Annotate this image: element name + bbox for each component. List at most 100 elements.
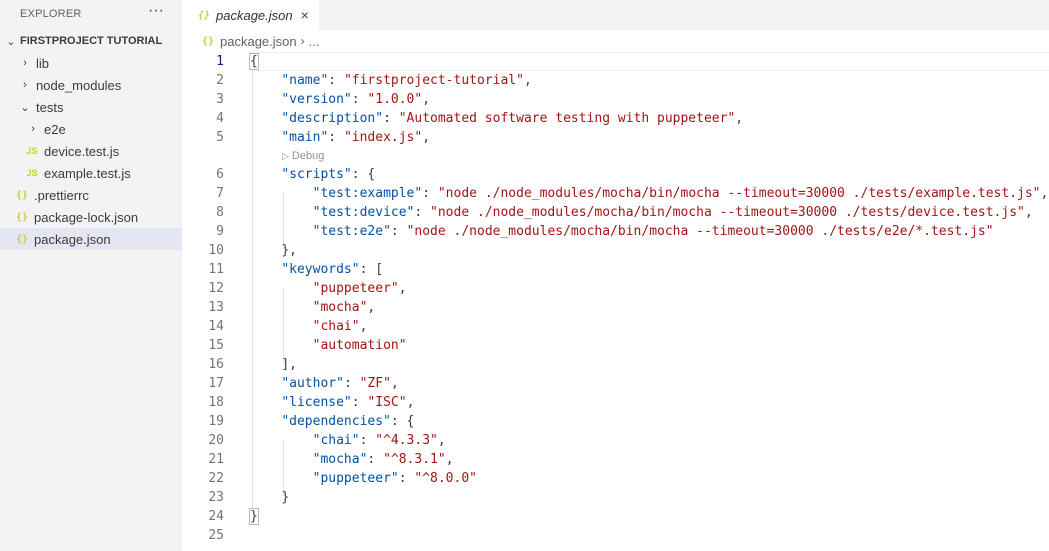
json-string: "puppeteer" <box>312 281 399 296</box>
code-line: 7 "test:example": "node ./node_modules/m… <box>182 184 1049 203</box>
code-line: 20 "chai": "^4.3.3", <box>182 431 1049 450</box>
line-number: 22 <box>208 471 224 486</box>
line-number: 20 <box>208 433 224 448</box>
tree-item-label: .prettierrc <box>34 187 89 203</box>
code-line: 5 "main": "index.js", <box>182 128 1049 147</box>
json-string: "index.js" <box>343 130 423 145</box>
tree-folder-e2e[interactable]: › e2e <box>0 118 182 140</box>
play-icon: ▷ <box>282 150 289 161</box>
line-number: 1 <box>216 54 224 69</box>
breadcrumb-file[interactable]: package.json <box>220 34 297 49</box>
code-line: 11 "keywords": [ <box>182 260 1049 279</box>
chevron-right-icon: › <box>300 34 305 48</box>
json-key: "main" <box>281 130 329 145</box>
tree-file-prettierrc[interactable]: {} .prettierrc <box>0 184 182 206</box>
javascript-file-icon: JS <box>26 146 38 156</box>
line-number: 4 <box>216 111 224 126</box>
open-bracket: : [ <box>359 262 384 277</box>
colon: : <box>328 130 344 145</box>
code-line: 6 "scripts": { <box>182 165 1049 184</box>
open-brace: : { <box>390 414 415 429</box>
json-file-icon: {} <box>15 211 29 223</box>
colon: : <box>351 395 368 410</box>
comma: , <box>422 130 431 145</box>
explorer-title: EXPLORER <box>20 8 82 20</box>
comma: , <box>359 319 368 334</box>
line-number: 21 <box>208 452 224 467</box>
code-line: 8 "test:device": "node ./node_modules/mo… <box>182 203 1049 222</box>
tree-file-device-test[interactable]: JS device.test.js <box>0 140 182 162</box>
code-line: 18 "license": "ISC", <box>182 393 1049 412</box>
comma: , <box>406 395 415 410</box>
json-key: "chai" <box>312 433 360 448</box>
tree-file-package-json[interactable]: {} package.json <box>0 228 182 250</box>
code-line: 25 <box>182 526 1049 545</box>
line-number: 17 <box>208 376 224 391</box>
chevron-right-icon: › <box>31 123 35 135</box>
tree-folder-node-modules[interactable]: › node_modules <box>0 74 182 96</box>
json-key: "scripts" <box>281 167 352 182</box>
code-line: 24 } <box>182 507 1049 526</box>
tree-item-label: device.test.js <box>44 143 120 159</box>
editor-area: {} package.json × {} package.json › ... … <box>182 0 1049 551</box>
json-string: "^8.0.0" <box>414 471 477 486</box>
json-key: "test:device" <box>312 205 415 220</box>
json-key: "test:example" <box>312 186 423 201</box>
comma: , <box>445 452 454 467</box>
tree-file-example-test[interactable]: JS example.test.js <box>0 162 182 184</box>
tree-file-package-lock[interactable]: {} package-lock.json <box>0 206 182 228</box>
comma: , <box>390 376 399 391</box>
json-key: "keywords" <box>281 262 360 277</box>
tab-package-json[interactable]: {} package.json × <box>182 0 320 30</box>
tree-item-label: package.json <box>34 231 111 247</box>
colon: : <box>414 205 431 220</box>
json-string: "^4.3.3" <box>375 433 438 448</box>
code-line: 16 ], <box>182 355 1049 374</box>
line-number: 25 <box>208 528 224 543</box>
code-line: 17 "author": "ZF", <box>182 374 1049 393</box>
close-brace: } <box>249 508 259 525</box>
close-brace: }, <box>281 243 297 258</box>
tab-label: package.json <box>216 7 293 23</box>
tree-item-label: example.test.js <box>44 165 131 181</box>
tree-folder-lib[interactable]: › lib <box>0 52 182 74</box>
json-key: "version" <box>281 92 352 107</box>
comma: , <box>735 111 744 126</box>
comma: , <box>422 92 431 107</box>
tree-item-label: node_modules <box>36 77 122 93</box>
line-number: 7 <box>216 186 224 201</box>
json-key: "puppeteer" <box>312 471 399 486</box>
code-line: 1 { <box>182 52 1049 71</box>
breadcrumb-more[interactable]: ... <box>309 34 320 49</box>
json-key: "license" <box>281 395 352 410</box>
tree-item-label: package-lock.json <box>34 209 139 225</box>
line-number: 5 <box>216 130 224 145</box>
line-number: 8 <box>216 205 224 220</box>
colon: : <box>422 186 438 201</box>
colon: : <box>383 111 399 126</box>
code-line: 23 } <box>182 488 1049 507</box>
tree-item-label: tests <box>36 99 64 115</box>
line-number: 19 <box>208 414 224 429</box>
debug-codelens[interactable]: ▷ Debug <box>182 147 1049 165</box>
comma: , <box>1024 205 1033 220</box>
line-number: 2 <box>216 73 224 88</box>
tree-item-label: e2e <box>44 121 66 137</box>
tree-folder-tests[interactable]: ⌄ tests <box>0 96 182 118</box>
close-icon[interactable]: × <box>301 7 309 23</box>
comma: , <box>367 300 376 315</box>
project-folder[interactable]: ⌄ FIRSTPROJECT TUTORIAL <box>0 30 182 52</box>
colon: : <box>328 73 344 88</box>
colon: : <box>351 92 368 107</box>
code-editor[interactable]: 1 { 2 "name": "firstproject-tutorial", 3… <box>182 52 1049 545</box>
explorer-header: EXPLORER ··· <box>0 0 182 28</box>
more-actions-icon[interactable]: ··· <box>148 3 164 19</box>
json-key: "mocha" <box>312 452 368 467</box>
json-file-icon: {} <box>197 9 211 21</box>
json-key: "test:e2e" <box>312 224 391 239</box>
code-line: 22 "puppeteer": "^8.0.0" <box>182 469 1049 488</box>
line-number: 6 <box>216 167 224 182</box>
colon: : <box>390 224 407 239</box>
code-line: 12 "puppeteer", <box>182 279 1049 298</box>
code-line: 21 "mocha": "^8.3.1", <box>182 450 1049 469</box>
